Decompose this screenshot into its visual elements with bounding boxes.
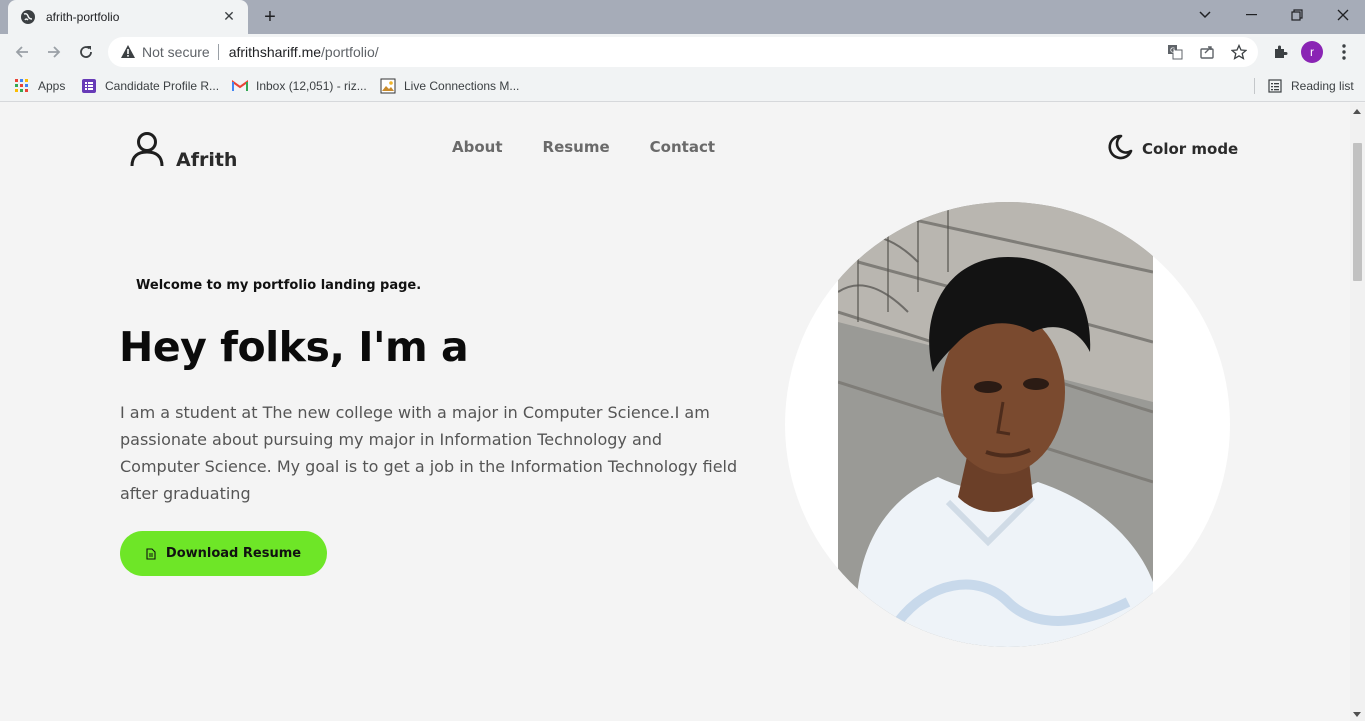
color-mode-toggle[interactable]: Color mode bbox=[1106, 133, 1238, 165]
nav-link-resume[interactable]: Resume bbox=[543, 138, 610, 156]
back-icon[interactable] bbox=[8, 38, 36, 66]
translate-icon[interactable]: G bbox=[1164, 41, 1186, 63]
reload-icon[interactable] bbox=[72, 38, 100, 66]
reading-list-label: Reading list bbox=[1291, 79, 1354, 93]
bookmark-label: Live Connections M... bbox=[404, 79, 520, 93]
apps-grid-icon bbox=[14, 78, 30, 94]
download-resume-label: Download Resume bbox=[165, 546, 302, 561]
profile-initial: r bbox=[1301, 41, 1323, 63]
image-icon bbox=[380, 78, 396, 94]
restore-icon[interactable] bbox=[1274, 0, 1320, 30]
site-logo-name: Afrith bbox=[176, 149, 238, 171]
gmail-icon bbox=[232, 78, 248, 94]
new-tab-button[interactable]: + bbox=[258, 6, 282, 28]
security-status[interactable]: Not secure bbox=[142, 44, 210, 60]
bookmark-inbox[interactable]: Inbox (12,051) - riz... bbox=[232, 76, 367, 96]
svg-text:G: G bbox=[1170, 47, 1175, 55]
globe-icon bbox=[20, 9, 36, 25]
url-path: /portfolio/ bbox=[321, 44, 379, 60]
scrollbar-thumb[interactable] bbox=[1353, 143, 1362, 281]
scroll-up-icon[interactable] bbox=[1353, 109, 1361, 114]
forward-icon[interactable] bbox=[40, 38, 68, 66]
close-window-icon[interactable] bbox=[1320, 0, 1365, 30]
omnibox-divider bbox=[217, 44, 219, 60]
bio-line: after graduating bbox=[120, 484, 251, 503]
bio-paragraph: I am a student at The new college with a… bbox=[120, 399, 760, 507]
bookmark-label: Candidate Profile R... bbox=[105, 79, 220, 93]
bookmarks-divider bbox=[1254, 78, 1255, 94]
nav-link-contact[interactable]: Contact bbox=[650, 138, 715, 156]
more-menu-icon[interactable] bbox=[1330, 38, 1358, 66]
bookmark-label: Inbox (12,051) - riz... bbox=[256, 79, 367, 93]
profile-photo-image bbox=[838, 202, 1153, 647]
bookmarks-bar: Apps Candidate Profile R... Inbox (12,05… bbox=[0, 70, 1365, 102]
page-scrollbar[interactable] bbox=[1350, 103, 1365, 721]
main-nav: About Resume Contact bbox=[452, 138, 715, 156]
color-mode-label: Color mode bbox=[1142, 140, 1239, 158]
reading-list-icon bbox=[1267, 78, 1283, 94]
bookmark-star-icon[interactable] bbox=[1228, 41, 1250, 63]
bookmark-label: Apps bbox=[38, 79, 66, 93]
hero-title: Hey folks, I'm a bbox=[119, 323, 469, 371]
moon-icon bbox=[1106, 133, 1134, 165]
site-logo[interactable]: Afrith bbox=[128, 130, 237, 172]
welcome-text: Welcome to my portfolio landing page. bbox=[136, 278, 422, 293]
bio-line: Computer Science. My goal is to get a jo… bbox=[120, 457, 738, 476]
url-host: afrithshariff.me bbox=[228, 44, 322, 60]
browser-tab[interactable]: afrith-portfolio ✕ bbox=[8, 0, 248, 34]
document-icon bbox=[146, 547, 158, 560]
nav-link-about[interactable]: About bbox=[452, 138, 503, 156]
bookmark-apps[interactable]: Apps bbox=[14, 76, 65, 96]
reading-list-button[interactable]: Reading list bbox=[1267, 76, 1354, 96]
tab-search-icon[interactable] bbox=[1182, 0, 1228, 30]
share-icon[interactable] bbox=[1196, 41, 1218, 63]
profile-avatar[interactable]: r bbox=[1298, 38, 1326, 66]
download-resume-button[interactable]: Download Resume bbox=[120, 531, 327, 576]
form-icon bbox=[81, 78, 97, 94]
close-tab-icon[interactable]: ✕ bbox=[220, 8, 238, 26]
minimize-icon[interactable] bbox=[1228, 0, 1274, 30]
portfolio-page: Afrith About Resume Contact Color mode W… bbox=[0, 103, 1350, 721]
browser-toolbar: Not secure afrithshariff.me /portfolio/ … bbox=[0, 34, 1365, 70]
bio-line: passionate about pursuing my major in In… bbox=[120, 430, 663, 449]
tab-title: afrith-portfolio bbox=[46, 10, 120, 24]
extensions-icon[interactable] bbox=[1266, 38, 1294, 66]
bookmark-candidate-profile[interactable]: Candidate Profile R... bbox=[81, 76, 219, 96]
user-icon bbox=[128, 130, 166, 172]
scroll-down-icon[interactable] bbox=[1353, 712, 1361, 717]
bio-line: I am a student at The new college with a… bbox=[120, 403, 710, 422]
bookmark-live-connections[interactable]: Live Connections M... bbox=[380, 76, 519, 96]
address-bar[interactable]: Not secure afrithshariff.me /portfolio/ … bbox=[108, 37, 1258, 67]
tab-strip: afrith-portfolio ✕ + bbox=[0, 0, 1365, 34]
profile-photo bbox=[785, 202, 1230, 647]
warning-icon[interactable] bbox=[120, 44, 136, 60]
